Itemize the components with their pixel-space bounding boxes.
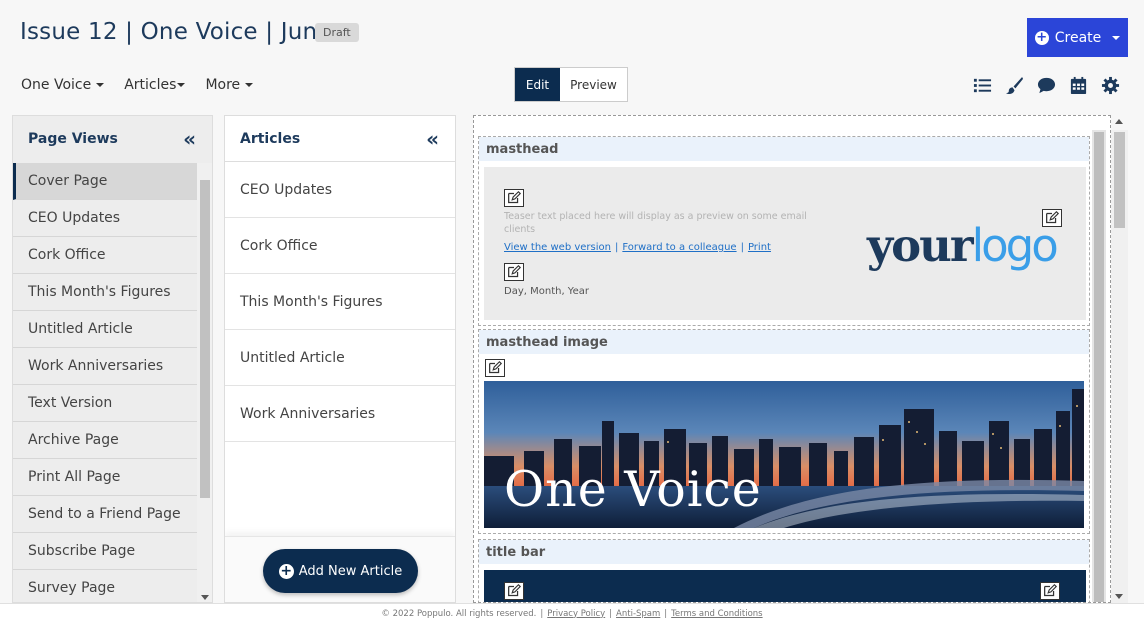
collapse-panel-icon[interactable]: « <box>183 129 196 149</box>
masthead-links: View the web version | Forward to a collea… <box>504 242 771 253</box>
nav-articles[interactable]: Articles <box>124 77 186 93</box>
brush-icon[interactable] <box>1005 76 1024 95</box>
edit-icon[interactable] <box>1040 582 1060 600</box>
article-list-item[interactable]: Untitled Article <box>225 330 455 386</box>
nav-one-voice[interactable]: One Voice <box>21 77 105 93</box>
masthead-image-text: One Voice <box>504 461 762 518</box>
edit-mode-button[interactable]: Edit <box>515 68 560 101</box>
article-list-item[interactable]: This Month's Figures <box>225 274 455 330</box>
copyright-text: © 2022 Poppulo. All rights reserved. <box>381 608 537 619</box>
print-link[interactable]: Print <box>748 242 771 253</box>
page-footer: © 2022 Poppulo. All rights reserved. | P… <box>0 603 1144 623</box>
chevron-down-icon <box>177 83 186 87</box>
page-views-panel: Page Views « Cover Page CEO Updates Cork O… <box>12 115 213 603</box>
article-list-item[interactable]: Cork Office <box>225 218 455 274</box>
edit-icon[interactable] <box>504 263 524 281</box>
articles-footer: + Add New Article <box>225 536 455 602</box>
section-label: title bar <box>479 540 1089 564</box>
page-views-scrollbar[interactable] <box>197 163 212 602</box>
chevron-down-icon <box>245 83 254 87</box>
masthead-image-section[interactable]: masthead image One Voice <box>478 329 1090 534</box>
plus-circle-icon: + <box>278 562 294 579</box>
scrollbar-thumb[interactable] <box>200 180 210 498</box>
nav-label: Articles <box>124 77 177 93</box>
mode-toggle: Edit Preview <box>514 67 628 102</box>
scrollbar-thumb[interactable] <box>1094 132 1104 602</box>
scrollbar-thumb[interactable] <box>1114 132 1125 228</box>
page-view-item[interactable]: Survey Page <box>13 570 197 602</box>
privacy-policy-link[interactable]: Privacy Policy <box>547 609 605 619</box>
page-view-item[interactable]: Untitled Article <box>13 311 197 348</box>
page-view-item[interactable]: This Month's Figures <box>13 274 197 311</box>
articles-list: CEO Updates Cork Office This Month's Figur… <box>225 162 455 442</box>
chevron-down-icon <box>96 83 105 87</box>
title-bar-section[interactable]: title bar <box>478 539 1090 602</box>
page-view-item[interactable]: Text Version <box>13 385 197 422</box>
articles-title: Articles <box>240 130 301 147</box>
add-new-article-label: Add New Article <box>298 563 403 579</box>
create-button-label: Create <box>1054 29 1102 46</box>
section-label: masthead <box>479 137 1089 161</box>
chevron-down-icon <box>1112 35 1121 40</box>
newsletter-canvas: masthead Teaser text placed here will di… <box>473 115 1111 603</box>
gear-icon[interactable] <box>1101 76 1120 95</box>
nav-label: One Voice <box>21 77 92 93</box>
article-list-item[interactable]: CEO Updates <box>225 162 455 218</box>
page-title: Issue 12 | One Voice | June <box>20 19 332 45</box>
page-view-item[interactable]: Send to a Friend Page <box>13 496 197 533</box>
calendar-icon[interactable] <box>1069 76 1088 95</box>
page-view-item[interactable]: Print All Page <box>13 459 197 496</box>
edit-icon[interactable] <box>485 359 505 377</box>
toolbar-icons <box>973 76 1120 95</box>
page-view-item[interactable]: Subscribe Page <box>13 533 197 570</box>
nav-more[interactable]: More <box>205 77 254 93</box>
plus-circle-icon: + <box>1034 29 1049 45</box>
nav-label: More <box>205 77 241 93</box>
date-text: Day, Month, Year <box>504 286 589 297</box>
section-label: masthead image <box>479 330 1089 354</box>
page-view-item[interactable]: CEO Updates <box>13 200 197 237</box>
masthead-image: One Voice <box>484 381 1084 528</box>
scroll-up-arrow-icon[interactable] <box>1115 119 1123 124</box>
view-web-version-link[interactable]: View the web version <box>504 242 611 253</box>
collapse-panel-icon[interactable]: « <box>426 129 439 149</box>
canvas-inner-scrollbar[interactable] <box>1092 130 1106 602</box>
list-icon[interactable] <box>973 76 992 95</box>
article-list-item[interactable]: Work Anniversaries <box>225 386 455 442</box>
page-view-item[interactable]: Cork Office <box>13 237 197 274</box>
preview-mode-button[interactable]: Preview <box>560 68 627 101</box>
masthead-body: Teaser text placed here will display as … <box>484 167 1086 320</box>
page-views-list: Cover Page CEO Updates Cork Office This Mon… <box>13 163 197 602</box>
logo: yourlogo <box>867 223 1059 268</box>
forward-colleague-link[interactable]: Forward to a colleague <box>622 242 736 253</box>
page-view-item[interactable]: Work Anniversaries <box>13 348 197 385</box>
title-bar-body <box>484 570 1086 602</box>
comment-icon[interactable] <box>1037 76 1056 95</box>
page-view-item[interactable]: Cover Page <box>13 163 197 200</box>
page-views-header: Page Views « <box>13 116 212 162</box>
status-badge: Draft <box>315 23 359 42</box>
logo-word-1: your <box>867 219 974 272</box>
add-new-article-button[interactable]: + Add New Article <box>263 549 418 593</box>
create-button[interactable]: + Create <box>1027 18 1128 57</box>
scroll-down-arrow-icon[interactable] <box>1115 594 1123 599</box>
page-view-item[interactable]: Archive Page <box>13 422 197 459</box>
terms-link[interactable]: Terms and Conditions <box>671 609 762 619</box>
top-nav: One Voice Articles More <box>21 77 254 93</box>
articles-header: Articles « <box>225 116 455 162</box>
articles-panel: Articles « CEO Updates Cork Office This Mo… <box>224 115 456 603</box>
edit-icon[interactable] <box>504 582 524 600</box>
logo-word-2: logo <box>971 219 1059 272</box>
masthead-section[interactable]: masthead Teaser text placed here will di… <box>478 136 1090 326</box>
scroll-down-arrow-icon[interactable] <box>201 595 209 600</box>
edit-icon[interactable] <box>504 189 524 207</box>
teaser-text: Teaser text placed here will display as … <box>504 211 807 235</box>
anti-spam-link[interactable]: Anti-Spam <box>616 609 660 619</box>
page-views-title: Page Views <box>28 131 118 147</box>
canvas-scrollbar[interactable] <box>1111 119 1128 603</box>
